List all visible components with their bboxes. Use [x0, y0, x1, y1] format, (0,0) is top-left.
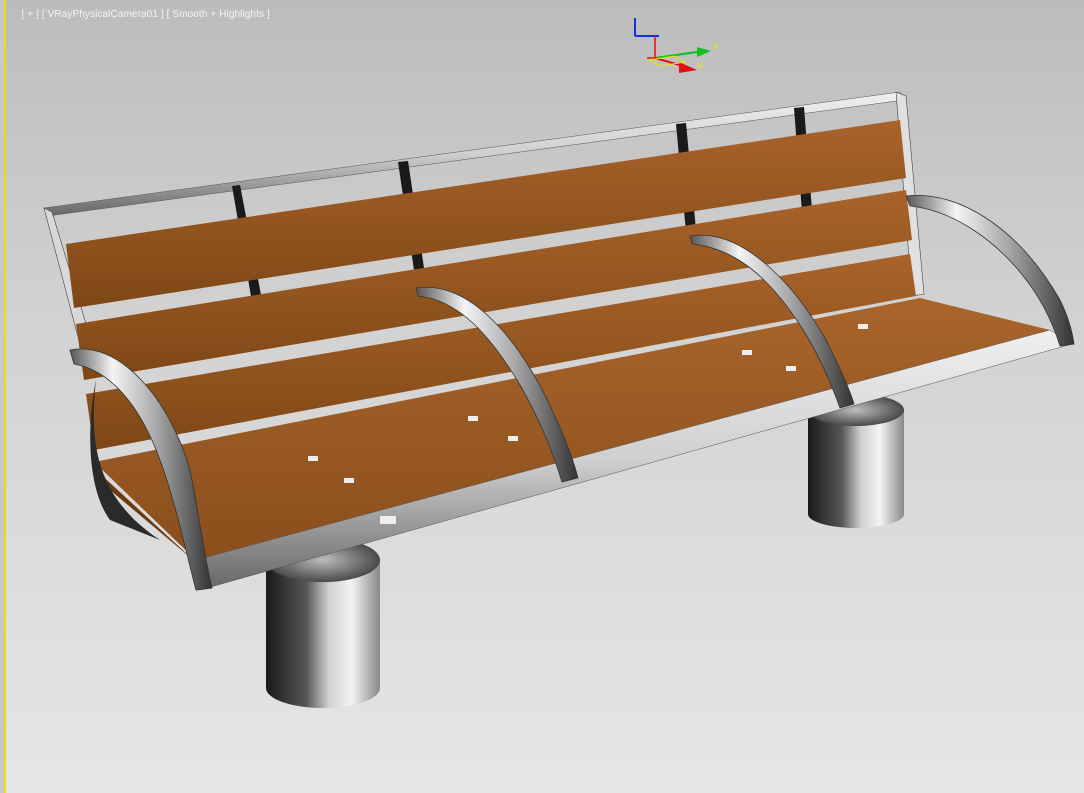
scene-render: [43, 91, 1075, 708]
perspective-viewport[interactable]: [ + ] [ VRayPhysicalCamera01 ] [ Smooth …: [0, 0, 1084, 793]
